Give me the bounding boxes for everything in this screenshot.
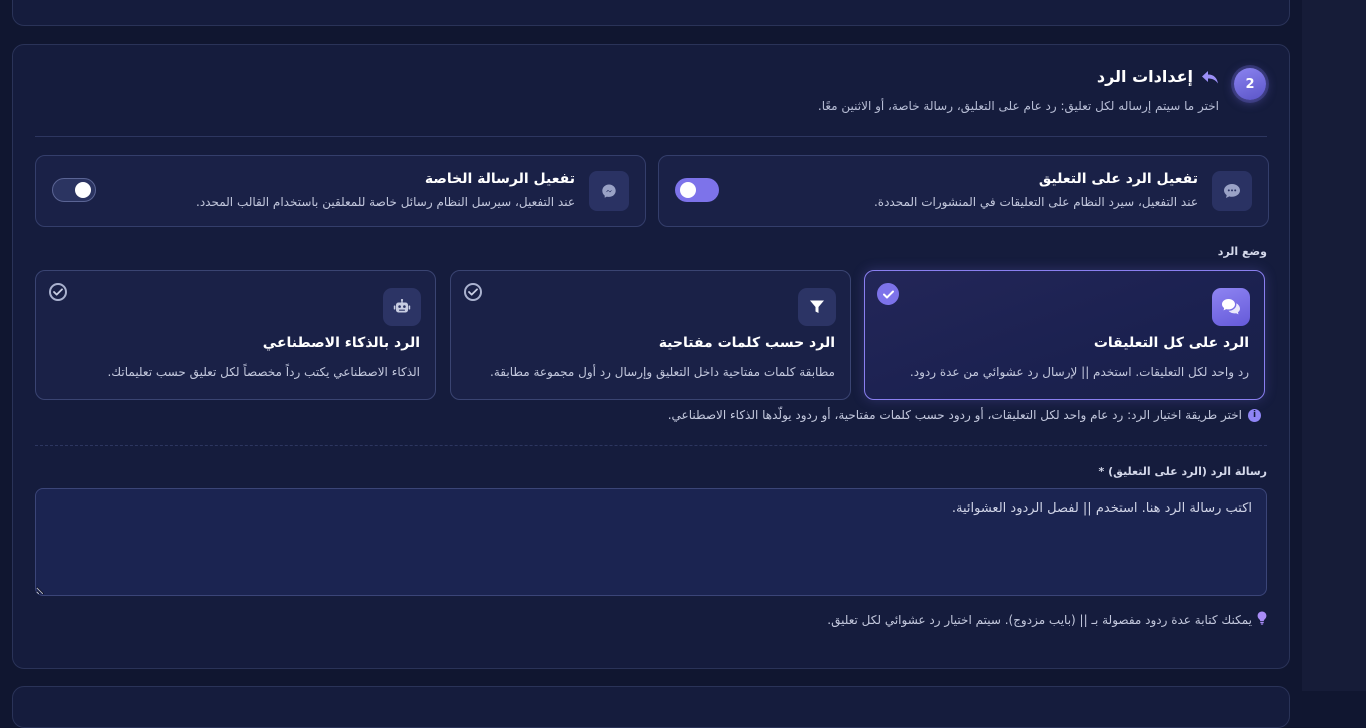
reply-mode-option-keywords[interactable]: الرد حسب كلمات مفتاحية مطابقة كلمات مفتا… (450, 270, 851, 400)
mode-option-description: الذكاء الاصطناعي يكتب رداً مخصصاً لكل تع… (107, 365, 420, 379)
section-divider (35, 136, 1267, 137)
reply-arrow-icon (1201, 69, 1219, 85)
mode-option-title: الرد على كل التعليقات (1093, 335, 1249, 351)
lightbulb-icon (1257, 611, 1267, 628)
filter-icon (798, 288, 836, 326)
reply-settings-card: 2 إعدادات الرد اختر ما سيتم إرساله لكل ت… (12, 44, 1290, 669)
reply-mode-info-text: اختر طريقة اختيار الرد: رد عام واحد لكل … (667, 408, 1242, 422)
section-title: إعدادات الرد (1097, 67, 1219, 86)
comment-reply-toggle[interactable] (675, 178, 719, 202)
next-section-card (12, 686, 1290, 728)
page-scrollbar[interactable] (1302, 0, 1366, 691)
step-number-badge: 2 (1234, 68, 1266, 100)
mode-option-title: الرد حسب كلمات مفتاحية (658, 335, 835, 351)
dashed-divider (35, 445, 1267, 446)
check-icon (464, 283, 482, 301)
toggle-card-private-message: تفعيل الرسالة الخاصة عند التفعيل، سيرسل … (35, 155, 646, 227)
reply-mode-info: i اختر طريقة اختيار الرد: رد عام واحد لك… (668, 408, 1261, 422)
toggle-description: عند التفعيل، سيرسل النظام رسائل خاصة للم… (196, 195, 575, 209)
mode-option-description: رد واحد لكل التعليقات. استخدم || لإرسال … (909, 365, 1249, 379)
reply-message-hint: يمكنك كتابة عدة ردود مفصولة بـ || (بايب … (827, 611, 1267, 628)
toggle-title: تفعيل الرد على التعليق (1038, 171, 1198, 187)
toggle-knob (75, 182, 91, 198)
check-icon (49, 283, 67, 301)
reply-message-hint-text: يمكنك كتابة عدة ردود مفصولة بـ || (بايب … (827, 612, 1252, 627)
reply-message-textarea[interactable] (35, 488, 1267, 596)
selected-check-icon (877, 283, 899, 305)
robot-icon (383, 288, 421, 326)
messenger-icon (589, 171, 629, 211)
section-subtitle: اختر ما سيتم إرساله لكل تعليق: رد عام عل… (817, 99, 1219, 113)
info-icon: i (1248, 408, 1261, 422)
toggle-title: تفعيل الرسالة الخاصة (424, 171, 575, 187)
toggle-description: عند التفعيل، سيرد النظام على التعليقات ف… (873, 195, 1198, 209)
comment-icon (1212, 171, 1252, 211)
mode-option-title: الرد بالذكاء الاصطناعي (262, 335, 420, 351)
reply-message-label: رسالة الرد (الرد على التعليق) * (1098, 465, 1267, 478)
private-message-toggle[interactable] (52, 178, 96, 202)
mode-option-description: مطابقة كلمات مفتاحية داخل التعليق وإرسال… (490, 365, 835, 379)
reply-mode-label: وضع الرد (1217, 245, 1267, 258)
section-title-text: إعدادات الرد (1096, 67, 1193, 86)
toggle-knob (680, 182, 696, 198)
toggle-card-comment-reply: تفعيل الرد على التعليق عند التفعيل، سيرد… (658, 155, 1269, 227)
reply-mode-option-all[interactable]: الرد على كل التعليقات رد واحد لكل التعلي… (864, 270, 1265, 400)
comments-icon (1212, 288, 1250, 326)
previous-section-card (12, 0, 1290, 26)
reply-mode-option-ai[interactable]: الرد بالذكاء الاصطناعي الذكاء الاصطناعي … (35, 270, 436, 400)
